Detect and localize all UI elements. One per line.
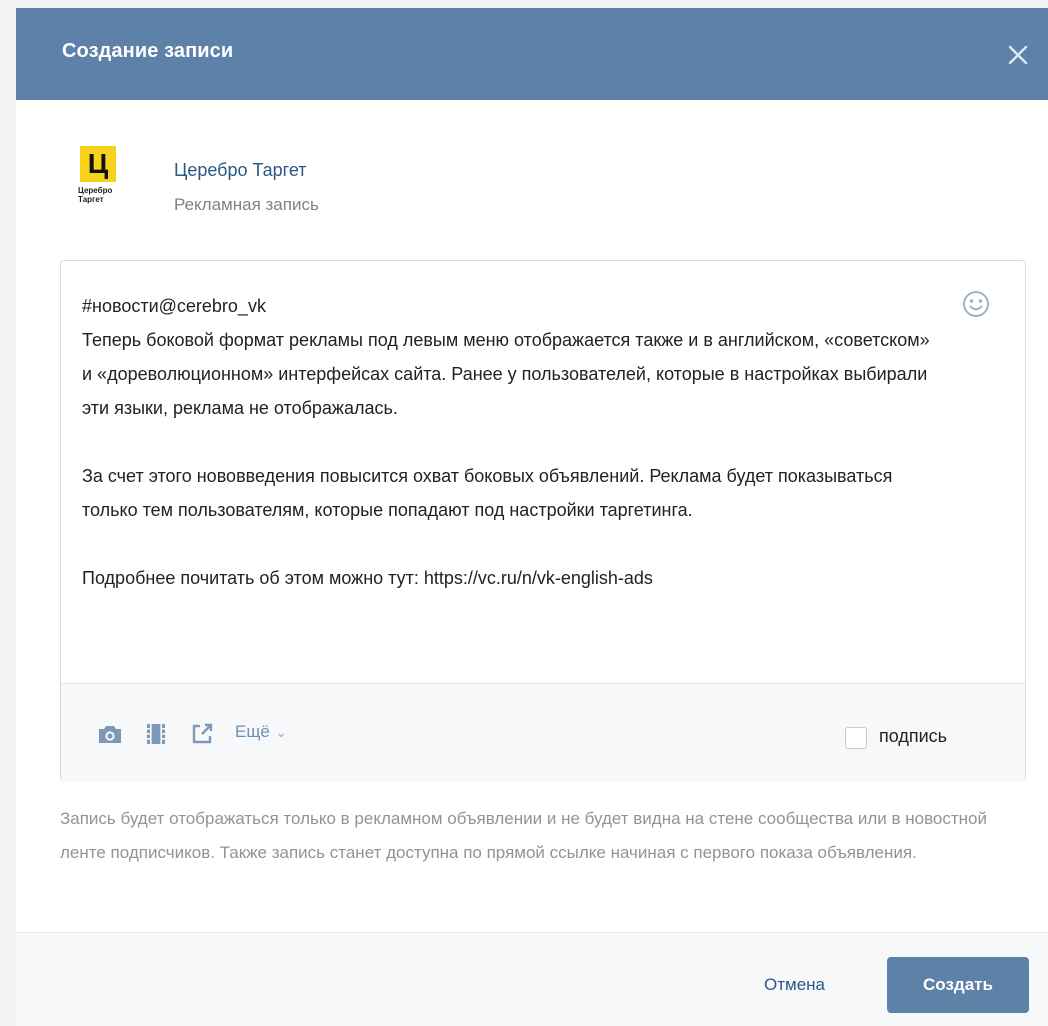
signature-label[interactable]: подпись bbox=[879, 726, 947, 747]
create-button[interactable]: Создать bbox=[887, 957, 1029, 1013]
camera-icon[interactable] bbox=[95, 721, 125, 747]
cancel-button[interactable]: Отмена bbox=[764, 975, 825, 995]
signature-checkbox[interactable] bbox=[845, 727, 867, 749]
author-logo[interactable]: Ц Церебро Таргет bbox=[78, 146, 124, 216]
video-icon[interactable] bbox=[141, 721, 171, 747]
smile-icon[interactable] bbox=[959, 287, 993, 321]
editor-toolbar: Ещё ⌄ подпись bbox=[61, 683, 1025, 782]
logo-letter: Ц bbox=[87, 148, 109, 179]
post-text-field[interactable]: #новости@cerebro_vk Теперь боковой форма… bbox=[82, 289, 942, 595]
logo-mark: Ц bbox=[80, 146, 116, 182]
modal-title: Создание записи bbox=[62, 40, 234, 62]
post-editor: #новости@cerebro_vk Теперь боковой форма… bbox=[60, 260, 1026, 782]
modal-footer: Отмена Создать bbox=[16, 932, 1048, 1026]
author-name-link[interactable]: Церебро Таргет bbox=[174, 160, 307, 181]
create-post-modal: Создание записи Ц Церебро Таргет Церебро… bbox=[16, 8, 1048, 1026]
chevron-down-icon: ⌄ bbox=[275, 725, 287, 740]
more-label: Ещё bbox=[235, 722, 270, 741]
visibility-hint: Запись будет отображаться только в рекла… bbox=[60, 809, 988, 862]
link-icon[interactable] bbox=[187, 721, 217, 747]
post-type-label: Рекламная запись bbox=[174, 195, 319, 214]
post-author: Ц Церебро Таргет Церебро Таргет Рекламна… bbox=[62, 140, 662, 220]
close-icon[interactable] bbox=[1000, 37, 1036, 73]
modal-header: Создание записи bbox=[16, 8, 1048, 100]
more-attachments-button[interactable]: Ещё ⌄ bbox=[235, 722, 287, 742]
logo-caption: Церебро Таргет bbox=[78, 186, 113, 204]
